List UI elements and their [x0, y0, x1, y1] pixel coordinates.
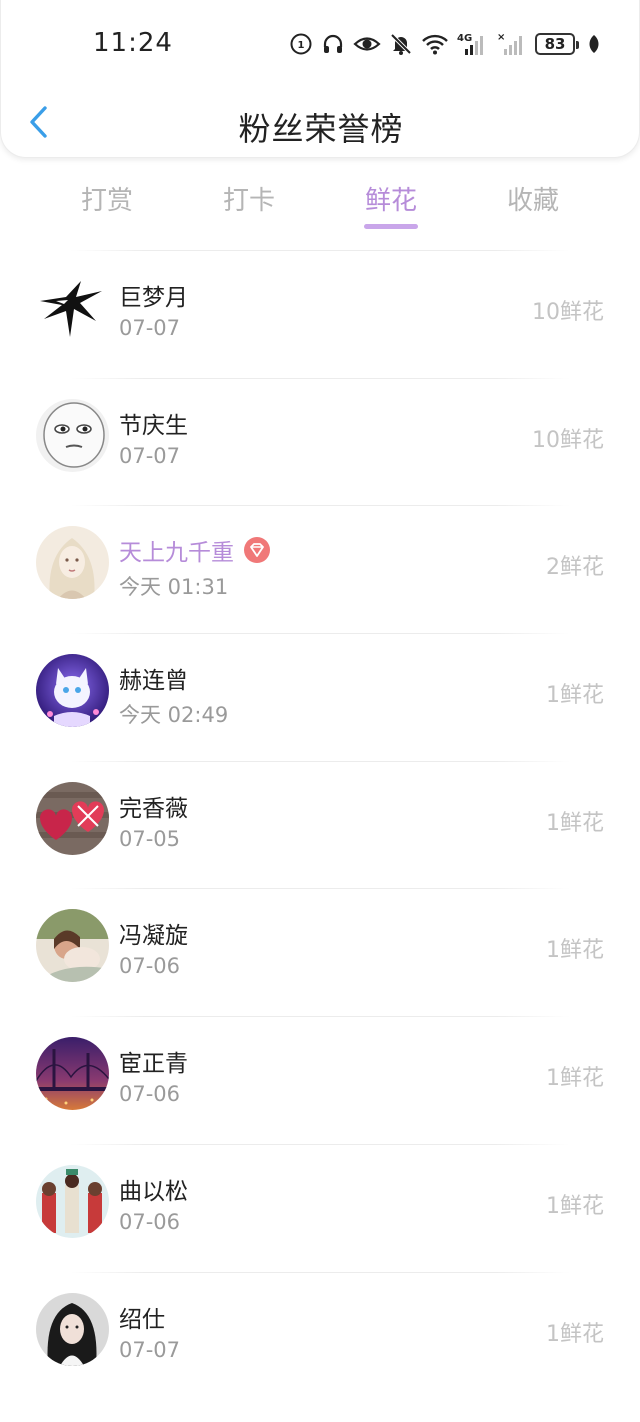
nav-bar: 粉丝荣誉榜	[1, 92, 640, 156]
fan-honor-page: 11:24 1 4G × 83 粉丝荣誉榜 打赏 打卡 鲜花 收藏 巨梦月 07…	[0, 0, 640, 1422]
hd-call-icon: 1	[289, 32, 313, 56]
tab-bar: 打赏 打卡 鲜花 收藏	[36, 170, 604, 232]
flower-count: 1鲜花	[546, 1193, 604, 1219]
avatar[interactable]	[36, 271, 109, 344]
flower-count: 2鲜花	[546, 555, 604, 581]
list-item[interactable]: 赫连曾 今天 02:49 1鲜花	[0, 633, 640, 761]
svg-text:4G: 4G	[457, 33, 472, 44]
fan-name: 冯凝旋	[119, 923, 188, 950]
fan-name: 巨梦月	[119, 285, 188, 311]
name-line: 宦正青	[119, 1044, 188, 1078]
fan-date: 07-07	[119, 316, 181, 340]
avatar[interactable]	[36, 909, 109, 983]
name-line: 冯凝旋	[119, 916, 188, 950]
avatar[interactable]	[36, 526, 109, 600]
flower-count: 1鲜花	[546, 810, 604, 836]
fan-date: 07-06	[119, 954, 181, 979]
tab-reward[interactable]: 打赏	[36, 170, 178, 232]
page-title: 粉丝荣誉榜	[238, 110, 404, 148]
header: 11:24 1 4G × 83 粉丝荣誉榜	[0, 0, 640, 158]
flower-count: 1鲜花	[546, 1321, 604, 1347]
fan-name: 赫连曾	[119, 668, 188, 695]
fan-name: 天上九千重	[119, 540, 234, 567]
avatar[interactable]	[36, 781, 109, 855]
fan-date: 07-07	[119, 443, 181, 468]
list-item[interactable]: 天上九千重 今天 01:31 2鲜花	[0, 505, 640, 633]
tab-label: 打赏	[80, 186, 133, 216]
active-tab-indicator	[364, 224, 418, 229]
fan-date: 今天 01:31	[119, 575, 229, 600]
headphones-icon	[321, 32, 345, 56]
tab-flowers[interactable]: 鲜花	[320, 170, 462, 232]
divider	[70, 760, 570, 762]
list-item[interactable]: 巨梦月 07-07 10鲜花	[0, 250, 640, 378]
fan-name: 节庆生	[119, 412, 188, 439]
flower-count: 10鲜花	[532, 427, 604, 453]
fan-name: 完香薇	[119, 795, 188, 822]
eye-icon	[353, 32, 381, 56]
divider	[70, 377, 570, 379]
tab-label: 鲜花	[364, 186, 417, 216]
name-line: 完香薇	[119, 789, 188, 823]
fan-name: 绍仕	[119, 1306, 165, 1333]
divider	[70, 633, 570, 635]
tab-checkin[interactable]: 打卡	[178, 170, 320, 232]
mute-bell-icon	[389, 32, 413, 56]
flower-count: 10鲜花	[532, 300, 604, 325]
name-line: 天上九千重	[119, 533, 270, 567]
battery-icon: 83	[535, 33, 579, 55]
svg-text:1: 1	[298, 40, 305, 51]
fan-date: 07-07	[119, 1337, 181, 1362]
status-time: 11:24	[93, 28, 173, 58]
wifi-icon	[421, 32, 449, 56]
fan-name: 宦正青	[119, 1051, 188, 1078]
avatar[interactable]	[36, 1292, 109, 1366]
fan-list: 巨梦月 07-07 10鲜花 节庆生 07-07 10鲜花 天上九千重 今天 0…	[0, 250, 640, 1399]
name-line: 节庆生	[119, 406, 188, 440]
tab-label: 打卡	[222, 186, 275, 216]
list-item[interactable]: 冯凝旋 07-06 1鲜花	[0, 888, 640, 1016]
tab-label: 收藏	[506, 186, 559, 216]
fan-date: 今天 02:49	[119, 703, 229, 728]
name-line: 赫连曾	[119, 661, 188, 695]
fan-date: 07-05	[119, 826, 181, 851]
list-item[interactable]: 曲以松 07-06 1鲜花	[0, 1143, 640, 1272]
divider	[70, 505, 570, 507]
avatar[interactable]	[36, 654, 109, 728]
divider	[70, 1016, 570, 1018]
leaf-icon	[587, 33, 601, 55]
divider	[70, 1143, 570, 1145]
signal-4g-icon: 4G	[457, 31, 489, 57]
divider	[70, 250, 570, 251]
flower-count: 1鲜花	[546, 683, 604, 709]
avatar[interactable]	[36, 1037, 109, 1111]
flower-count: 1鲜花	[546, 938, 604, 964]
list-item[interactable]: 宦正青 07-06 1鲜花	[0, 1016, 640, 1144]
fan-name: 曲以松	[119, 1178, 188, 1205]
tab-collect[interactable]: 收藏	[462, 170, 604, 232]
avatar[interactable]	[36, 1164, 109, 1238]
name-line: 巨梦月	[119, 278, 188, 312]
flower-count: 1鲜花	[546, 1066, 604, 1092]
divider	[70, 888, 570, 890]
fan-date: 07-06	[119, 1209, 181, 1234]
name-line: 曲以松	[119, 1172, 188, 1206]
signal-no-sim-icon: ×	[497, 31, 527, 57]
vip-diamond-icon	[244, 537, 270, 564]
fan-date: 07-06	[119, 1082, 181, 1107]
name-line: 绍仕	[119, 1300, 165, 1334]
status-icons: 1 4G × 83	[289, 30, 601, 58]
list-item[interactable]: 绍仕 07-07 1鲜花	[0, 1271, 640, 1400]
list-item[interactable]: 节庆生 07-07 10鲜花	[0, 377, 640, 506]
divider	[70, 1271, 570, 1273]
avatar[interactable]	[36, 398, 109, 472]
status-bar: 11:24 1 4G × 83	[1, 20, 640, 68]
svg-text:×: ×	[497, 32, 505, 43]
list-item[interactable]: 完香薇 07-05 1鲜花	[0, 760, 640, 889]
